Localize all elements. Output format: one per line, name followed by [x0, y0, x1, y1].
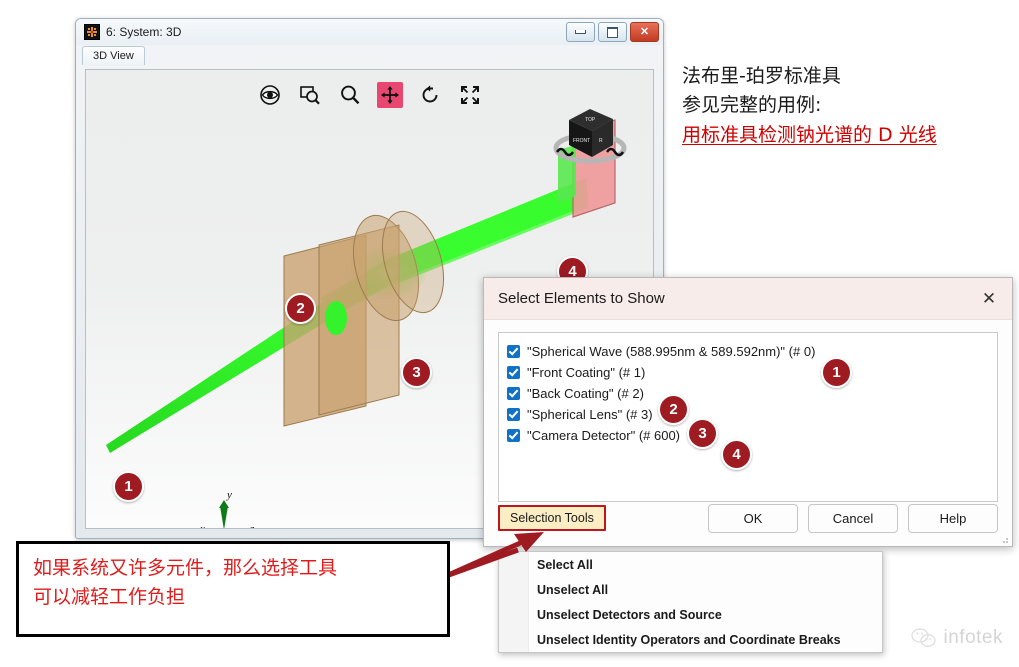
dialog-title-bar: Select Elements to Show ✕ — [484, 278, 1012, 320]
menu-item-unselect-identity-operators[interactable]: Unselect Identity Operators and Coordina… — [499, 627, 882, 652]
menu-item-select-all[interactable]: Select All — [499, 552, 882, 577]
minimize-button[interactable] — [566, 22, 595, 42]
bubble-3: 3 — [401, 357, 432, 388]
elements-listbox[interactable]: "Spherical Wave (588.995nm & 589.592nm)"… — [498, 332, 998, 502]
app-starburst-icon — [84, 24, 100, 40]
cancel-button[interactable]: Cancel — [808, 503, 898, 533]
svg-text:y: y — [226, 489, 232, 501]
menu-item-unselect-all[interactable]: Unselect All — [499, 577, 882, 602]
list-item[interactable]: "Back Coating" (# 2) — [507, 383, 997, 404]
window-title-bar[interactable]: 6: System: 3D ✕ — [76, 19, 663, 45]
maximize-button[interactable] — [598, 22, 627, 42]
dialog-body: "Spherical Wave (588.995nm & 589.592nm)"… — [484, 320, 1012, 502]
list-item-label: "Front Coating" (# 1) — [527, 365, 646, 380]
help-button[interactable]: Help — [908, 503, 998, 533]
eye-icon[interactable] — [257, 82, 283, 108]
svg-text:TOP: TOP — [585, 117, 596, 123]
magnifier-icon[interactable] — [337, 82, 363, 108]
svg-text:x: x — [199, 523, 205, 529]
checkbox[interactable] — [507, 429, 520, 442]
bubble-2: 2 — [285, 293, 316, 324]
list-item-label: "Back Coating" (# 2) — [527, 386, 644, 401]
list-item[interactable]: "Front Coating" (# 1) — [507, 362, 997, 383]
callout-line-2: 可以减轻工作负担 — [33, 585, 186, 608]
zoom-window-icon[interactable] — [297, 82, 323, 108]
annotation-line-2: 参见完整的用例: — [682, 94, 822, 117]
watermark-text: infotek — [943, 627, 1003, 648]
list-item-label: "Spherical Wave (588.995nm & 589.592nm)"… — [527, 344, 816, 359]
checkbox[interactable] — [507, 366, 520, 379]
dialog-footer: Selection Tools OK Cancel Help — [484, 490, 1012, 546]
pan-icon[interactable] — [376, 82, 403, 108]
viewport-toolbar — [257, 82, 483, 108]
annotation-line-1: 法布里-珀罗标准具 — [682, 65, 841, 87]
ok-button[interactable]: OK — [708, 503, 798, 533]
tab-bar: 3D View — [76, 45, 663, 65]
close-button[interactable]: ✕ — [630, 22, 659, 42]
red-callout-box: 如果系统又许多元件，那么选择工具 可以减轻工作负担 — [16, 541, 450, 637]
rotate-icon[interactable] — [417, 82, 443, 108]
bubble-1: 1 — [113, 471, 144, 502]
right-annotation: 法布里-珀罗标准具 参见完整的用例: 用标准具检测钠光谱的 D 光线 — [682, 62, 1012, 150]
checkbox[interactable] — [507, 345, 520, 358]
dialog-bubble-3: 3 — [687, 418, 718, 449]
window-controls: ✕ — [566, 22, 659, 42]
select-elements-dialog: Select Elements to Show ✕ "Spherical Wav… — [483, 277, 1013, 547]
dialog-title: Select Elements to Show — [498, 290, 665, 307]
selection-tools-menu: Select All Unselect All Unselect Detecto… — [498, 551, 883, 653]
close-icon[interactable]: ✕ — [972, 284, 1006, 314]
tab-3d-view[interactable]: 3D View — [82, 46, 145, 65]
wechat-icon — [910, 628, 936, 647]
dialog-bubble-2: 2 — [658, 394, 689, 425]
list-item[interactable]: "Spherical Lens" (# 3) — [507, 404, 997, 425]
window-title: 6: System: 3D — [106, 25, 182, 39]
watermark: infotek — [910, 627, 1003, 649]
svg-text:R: R — [599, 138, 603, 144]
annotation-link[interactable]: 用标准具检测钠光谱的 D 光线 — [682, 121, 1012, 150]
svg-text:FRONT: FRONT — [573, 138, 590, 144]
fit-screen-icon[interactable] — [457, 82, 483, 108]
dialog-bubble-1: 1 — [821, 357, 852, 388]
pointer-arrow-icon — [444, 532, 544, 579]
svg-text:z: z — [249, 523, 255, 529]
menu-item-unselect-detectors-and-source[interactable]: Unselect Detectors and Source — [499, 602, 882, 627]
list-item[interactable]: "Spherical Wave (588.995nm & 589.592nm)"… — [507, 341, 997, 362]
axis-indicator: y x z — [194, 484, 274, 529]
list-item-label: "Spherical Lens" (# 3) — [527, 407, 653, 422]
resize-grip-icon[interactable] — [999, 534, 1009, 544]
list-item-label: "Camera Detector" (# 600) — [527, 428, 681, 443]
navigation-cube-icon[interactable]: TOP FRONT R — [547, 92, 633, 172]
checkbox[interactable] — [507, 387, 520, 400]
callout-line-1: 如果系统又许多元件，那么选择工具 — [33, 557, 338, 579]
list-item[interactable]: "Camera Detector" (# 600) — [507, 425, 997, 446]
dialog-bubble-4: 4 — [721, 439, 752, 470]
checkbox[interactable] — [507, 408, 520, 421]
